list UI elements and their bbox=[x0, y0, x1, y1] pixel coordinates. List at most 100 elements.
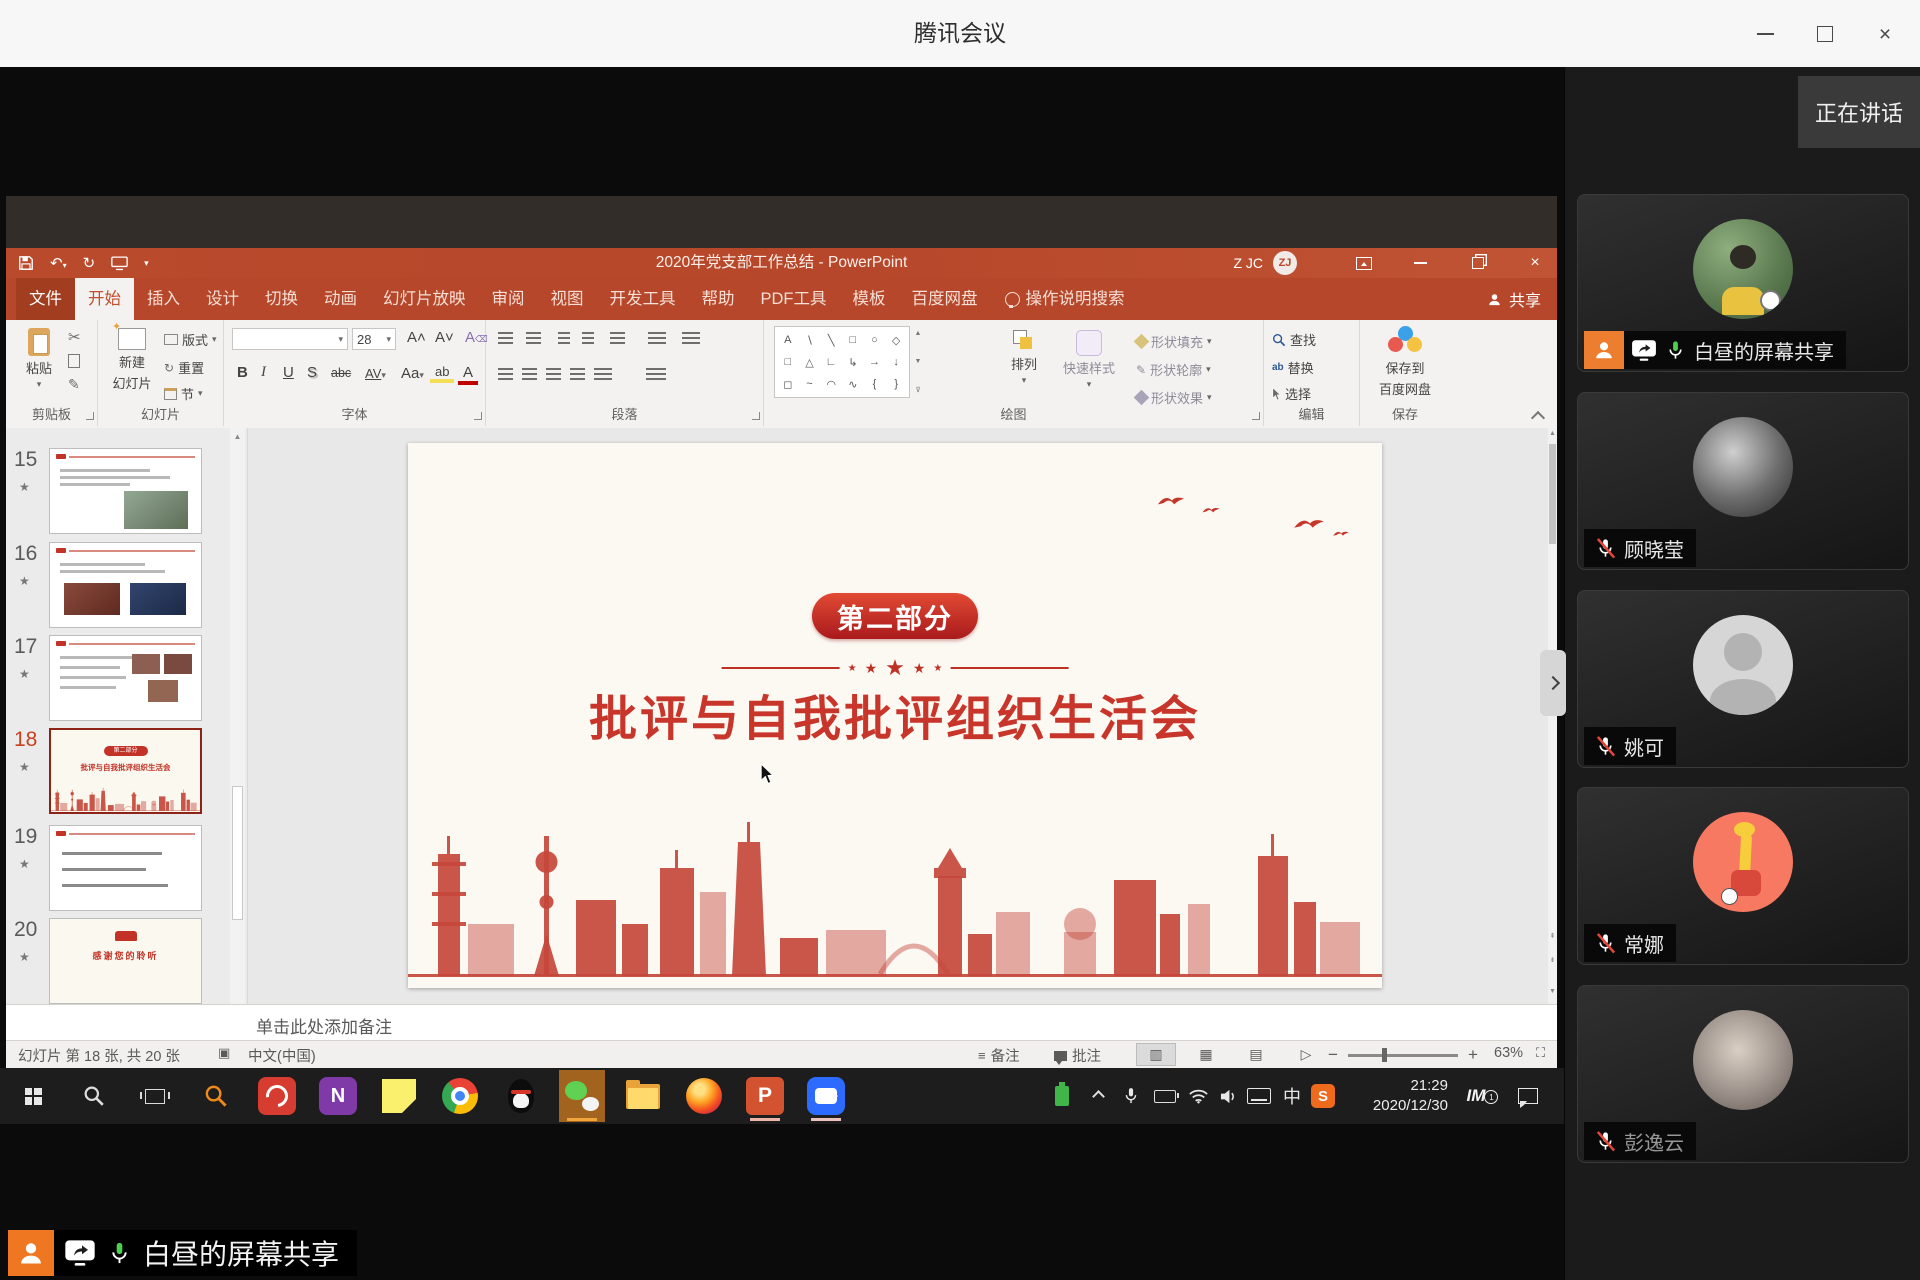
font-color-button[interactable]: A bbox=[458, 364, 478, 385]
columns-icon[interactable] bbox=[594, 368, 612, 380]
dialog-launcher-icon[interactable] bbox=[86, 412, 94, 420]
text-shadow-button[interactable]: S bbox=[302, 364, 322, 381]
align-left-icon[interactable] bbox=[498, 368, 513, 380]
taskbar-file-explorer[interactable] bbox=[620, 1070, 666, 1122]
smartart-convert-icon[interactable] bbox=[646, 368, 666, 380]
tab-developer[interactable]: 开发工具 bbox=[597, 278, 689, 320]
tab-review[interactable]: 审阅 bbox=[479, 278, 538, 320]
account-area[interactable]: Z JC ZJ bbox=[1233, 248, 1297, 278]
next-slide-icon[interactable]: ⇟ bbox=[1548, 956, 1557, 964]
tray-ime-status-badge[interactable]: IM bbox=[1456, 1068, 1496, 1124]
scroll-down-icon[interactable]: ▼ bbox=[1548, 988, 1557, 995]
taskbar-everything-app[interactable] bbox=[193, 1070, 239, 1122]
reset-button[interactable]: ↻ 重置 bbox=[164, 358, 204, 377]
tray-ime-indicator[interactable]: 中 bbox=[1278, 1068, 1306, 1124]
tray-volume-icon[interactable] bbox=[1214, 1068, 1242, 1124]
align-center-icon[interactable] bbox=[522, 368, 537, 380]
tab-home[interactable]: 开始 bbox=[75, 278, 134, 320]
shape-gallery-scroll[interactable]: ▲▼⊽ bbox=[912, 326, 924, 398]
taskbar-sticky-notes[interactable] bbox=[376, 1070, 422, 1122]
task-view-button[interactable] bbox=[132, 1070, 178, 1122]
comments-toggle[interactable]: 批注 bbox=[1054, 1045, 1101, 1066]
taskbar-search-button[interactable] bbox=[71, 1070, 117, 1122]
tab-template[interactable]: 模板 bbox=[840, 278, 899, 320]
zoom-in-button[interactable]: + bbox=[1468, 1045, 1478, 1065]
slide-thumbnail-19[interactable] bbox=[49, 825, 202, 911]
notes-toggle[interactable]: ≡备注 bbox=[978, 1045, 1020, 1066]
slide-thumbnail-17[interactable] bbox=[49, 635, 202, 721]
zoom-out-button[interactable]: − bbox=[1328, 1045, 1338, 1065]
tab-pdf-tools[interactable]: PDF工具 bbox=[748, 278, 840, 320]
strikethrough-button[interactable]: abc bbox=[326, 366, 356, 380]
tray-wifi-icon[interactable] bbox=[1184, 1068, 1212, 1124]
shrink-font-button[interactable]: A˅ bbox=[430, 329, 459, 346]
paste-button[interactable]: 粘贴 ▾ bbox=[14, 328, 64, 390]
participant-tile-3[interactable]: 姚可 bbox=[1577, 590, 1909, 768]
tray-usb-icon[interactable] bbox=[1048, 1068, 1076, 1124]
justify-icon[interactable] bbox=[570, 368, 585, 380]
tab-baidu-netdisk[interactable]: 百度网盘 bbox=[899, 278, 991, 320]
increase-indent-icon[interactable] bbox=[582, 332, 594, 344]
ppt-restore-button[interactable] bbox=[1456, 248, 1500, 278]
dialog-launcher-icon[interactable] bbox=[752, 412, 760, 420]
tray-sogou-icon[interactable]: S bbox=[1308, 1068, 1338, 1124]
change-case-button[interactable]: Aa▾ bbox=[396, 365, 429, 382]
copy-icon[interactable] bbox=[68, 354, 80, 368]
fit-to-window-icon[interactable]: ⛶ bbox=[1536, 1045, 1545, 1061]
tab-help[interactable]: 帮助 bbox=[689, 278, 748, 320]
tab-insert[interactable]: 插入 bbox=[134, 278, 193, 320]
previous-slide-icon[interactable]: ⇞ bbox=[1548, 932, 1557, 940]
underline-button[interactable]: U bbox=[278, 364, 299, 381]
meeting-close-button[interactable]: × bbox=[1865, 16, 1905, 52]
arrange-button[interactable]: 排列 ▾ bbox=[1000, 330, 1048, 386]
zoom-slider-thumb[interactable] bbox=[1382, 1048, 1387, 1062]
bullets-icon[interactable] bbox=[498, 332, 513, 344]
view-normal-button[interactable]: ▥ bbox=[1136, 1043, 1176, 1066]
action-center-button[interactable] bbox=[1512, 1068, 1544, 1124]
canvas-scrollbar[interactable]: ▲ ⇞ ⇟ ▼ bbox=[1548, 428, 1557, 1004]
section-button[interactable]: 节▾ bbox=[164, 384, 203, 403]
shape-outline-button[interactable]: ✎ 形状轮廓▾ bbox=[1136, 360, 1211, 379]
cut-icon[interactable]: ✂ bbox=[68, 328, 81, 346]
save-to-baidu-button[interactable]: 保存到 百度网盘 bbox=[1374, 326, 1436, 398]
notes-pane[interactable]: 单击此处添加备注 bbox=[6, 1004, 1557, 1040]
panel-collapse-button[interactable] bbox=[1540, 650, 1566, 716]
scroll-up-icon[interactable]: ▲ bbox=[1548, 430, 1557, 437]
tab-view[interactable]: 视图 bbox=[538, 278, 597, 320]
participant-tile-1[interactable]: 白昼的屏幕共享 bbox=[1577, 194, 1909, 372]
shape-fill-button[interactable]: 形状填充▾ bbox=[1136, 332, 1212, 351]
taskbar-powerpoint-open[interactable]: P bbox=[742, 1070, 788, 1122]
meeting-maximize-button[interactable] bbox=[1805, 16, 1845, 52]
participant-tile-4[interactable]: 常娜 bbox=[1577, 787, 1909, 965]
zoom-percentage[interactable]: 63% bbox=[1494, 1045, 1523, 1061]
tab-animation[interactable]: 动画 bbox=[311, 278, 370, 320]
taskbar-firefox[interactable] bbox=[681, 1070, 727, 1122]
italic-button[interactable]: I bbox=[256, 364, 271, 381]
collapse-ribbon-button[interactable] bbox=[1533, 410, 1543, 420]
text-direction-icon[interactable] bbox=[648, 332, 666, 344]
find-button[interactable]: 查找 bbox=[1272, 330, 1316, 349]
tray-touch-keyboard-icon[interactable] bbox=[1244, 1068, 1274, 1124]
taskbar-wechat-active[interactable] bbox=[559, 1070, 605, 1122]
slide-thumbnail-20[interactable]: 感谢您的聆听 bbox=[49, 918, 202, 1004]
quick-styles-button[interactable]: 快速样式 ▾ bbox=[1056, 330, 1122, 390]
tab-design[interactable]: 设计 bbox=[193, 278, 252, 320]
tab-transition[interactable]: 切换 bbox=[252, 278, 311, 320]
taskbar-qq[interactable] bbox=[498, 1070, 544, 1122]
participant-tile-2[interactable]: 顾晓莹 bbox=[1577, 392, 1909, 570]
tray-microphone-icon[interactable] bbox=[1118, 1068, 1144, 1124]
dialog-launcher-icon[interactable] bbox=[474, 412, 482, 420]
tab-file[interactable]: 文件 bbox=[16, 278, 75, 320]
font-name-select[interactable]: ▾ bbox=[232, 328, 348, 350]
grow-font-button[interactable]: A˄ bbox=[402, 329, 431, 346]
slide-thumbnail-16[interactable] bbox=[49, 542, 202, 628]
language-status[interactable]: 中文(中国) bbox=[248, 1045, 316, 1066]
new-slide-button[interactable]: 新建 幻灯片 bbox=[104, 328, 160, 392]
scrollbar-thumb[interactable] bbox=[1549, 444, 1556, 544]
tray-battery-icon[interactable] bbox=[1150, 1068, 1180, 1124]
decrease-indent-icon[interactable] bbox=[558, 332, 570, 344]
zoom-slider-track[interactable] bbox=[1348, 1054, 1458, 1057]
taskbar-clock[interactable]: 21:29 2020/12/30 bbox=[1344, 1068, 1448, 1124]
replace-button[interactable]: ab 替换 bbox=[1272, 358, 1314, 377]
tray-show-hidden-icons[interactable] bbox=[1086, 1068, 1110, 1124]
